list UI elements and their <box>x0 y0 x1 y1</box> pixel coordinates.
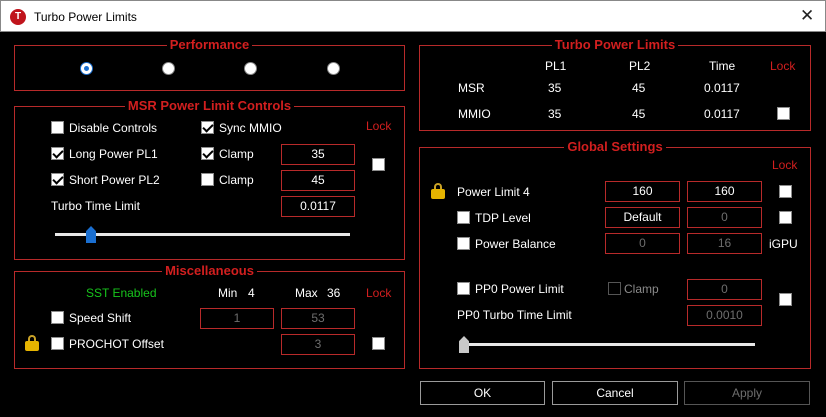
pp0-turbo-input[interactable]: 0.0010 <box>687 305 762 326</box>
pp0-value-input[interactable]: 0 <box>687 279 762 300</box>
title-bar: T Turbo Power Limits ✕ <box>0 0 826 32</box>
short-power-checkbox[interactable] <box>51 173 64 186</box>
mmio-row-time: 0.0117 <box>704 107 740 121</box>
mmio-row-pl2: 45 <box>632 107 646 121</box>
clamp2-label: Clamp <box>219 173 254 187</box>
pl1-input[interactable]: 35 <box>281 144 355 165</box>
mmio-row-label: MMIO <box>458 107 491 121</box>
power-balance-label: Power Balance <box>475 237 556 251</box>
pb-input-a[interactable]: 0 <box>605 233 680 254</box>
msr-row-time: 0.0117 <box>704 81 740 95</box>
tdp-b-input[interactable]: 0 <box>687 207 762 228</box>
mmio-lock-checkbox[interactable] <box>777 107 790 120</box>
window-title: Turbo Power Limits <box>34 10 137 24</box>
misc-title: Miscellaneous <box>162 263 257 278</box>
col-pl1-header: PL1 <box>545 59 567 73</box>
pp0-clamp-checkbox[interactable] <box>608 282 621 295</box>
col-pl2-header: PL2 <box>629 59 651 73</box>
disable-controls-label: Disable Controls <box>69 121 158 135</box>
prochot-input[interactable]: 3 <box>281 334 355 355</box>
pb-input-b[interactable]: 16 <box>687 233 762 254</box>
clamp2-checkbox[interactable] <box>201 173 214 186</box>
long-power-checkbox[interactable] <box>51 147 64 160</box>
pp0-lock-checkbox[interactable] <box>779 293 792 306</box>
col-time-header: Time <box>709 59 736 73</box>
pl4-lock-icon <box>431 183 445 199</box>
msr-row-pl2: 45 <box>632 81 646 95</box>
clamp1-label: Clamp <box>219 147 254 161</box>
tdp-lock-checkbox[interactable] <box>779 211 792 224</box>
msr-row-pl1: 35 <box>548 81 562 95</box>
global-lock-label: Lock <box>772 158 798 172</box>
msr-lock-label: Lock <box>366 119 392 133</box>
msr-lock-checkbox[interactable] <box>372 158 385 171</box>
speed-shift-checkbox[interactable] <box>51 311 64 324</box>
msr-title: MSR Power Limit Controls <box>124 98 295 113</box>
min-label: Min <box>218 286 238 300</box>
performance-radio-4[interactable] <box>327 62 340 75</box>
misc-lock-checkbox[interactable] <box>372 337 385 350</box>
tdp-level-input[interactable]: Default <box>605 207 680 228</box>
performance-radio-1[interactable] <box>80 62 93 75</box>
turbo-time-label: Turbo Time Limit <box>51 199 140 213</box>
pp0-turbo-label: PP0 Turbo Time Limit <box>457 308 572 322</box>
misc-lock-label: Lock <box>366 286 392 300</box>
global-title: Global Settings <box>564 139 666 154</box>
power-limit4-label: Power Limit 4 <box>457 185 530 199</box>
ok-button[interactable]: OK <box>420 381 545 405</box>
prochot-lock-icon <box>25 335 39 351</box>
app-icon: T <box>10 9 26 25</box>
performance-radio-3[interactable] <box>244 62 257 75</box>
speed-shift-label: Speed Shift <box>69 311 132 325</box>
sst-enabled-label: SST Enabled <box>86 286 157 300</box>
sync-mmio-label: Sync MMIO <box>219 121 282 135</box>
long-power-label: Long Power PL1 <box>69 147 158 161</box>
short-power-label: Short Power PL2 <box>69 173 160 187</box>
turbo-limits-title: Turbo Power Limits <box>551 37 679 52</box>
cancel-button[interactable]: Cancel <box>552 381 678 405</box>
prochot-checkbox[interactable] <box>51 337 64 350</box>
pp0-slider-track[interactable] <box>460 343 755 346</box>
performance-title: Performance <box>166 37 253 52</box>
disable-controls-checkbox[interactable] <box>51 121 64 134</box>
sync-mmio-checkbox[interactable] <box>201 121 214 134</box>
igpu-label: iGPU <box>769 237 798 251</box>
pl4-input-a[interactable]: 160 <box>605 181 680 202</box>
speed-min-input[interactable]: 1 <box>200 308 274 329</box>
apply-button[interactable]: Apply <box>684 381 810 405</box>
mmio-row-pl1: 35 <box>548 107 562 121</box>
msr-row-label: MSR <box>458 81 485 95</box>
max-label: Max <box>295 286 318 300</box>
pp0-limit-label: PP0 Power Limit <box>475 282 564 296</box>
pp0-clamp-label: Clamp <box>624 282 659 296</box>
clamp1-checkbox[interactable] <box>201 147 214 160</box>
performance-radio-2[interactable] <box>162 62 175 75</box>
tdp-level-label: TDP Level <box>475 211 531 225</box>
turbo-time-input[interactable]: 0.0117 <box>281 196 355 217</box>
pp0-limit-checkbox[interactable] <box>457 282 470 295</box>
turbo-lock-label: Lock <box>770 59 796 73</box>
min-value: 4 <box>248 286 255 300</box>
tdp-level-checkbox[interactable] <box>457 211 470 224</box>
pl4-input-b[interactable]: 160 <box>687 181 762 202</box>
max-value: 36 <box>327 286 341 300</box>
pl4-lock-checkbox[interactable] <box>779 185 792 198</box>
performance-group: Performance <box>14 37 405 91</box>
pl2-input[interactable]: 45 <box>281 170 355 191</box>
close-icon[interactable]: ✕ <box>800 6 814 26</box>
power-balance-checkbox[interactable] <box>457 237 470 250</box>
prochot-label: PROCHOT Offset <box>69 337 164 351</box>
speed-max-input[interactable]: 53 <box>281 308 355 329</box>
turbo-time-slider-track[interactable] <box>55 233 350 236</box>
